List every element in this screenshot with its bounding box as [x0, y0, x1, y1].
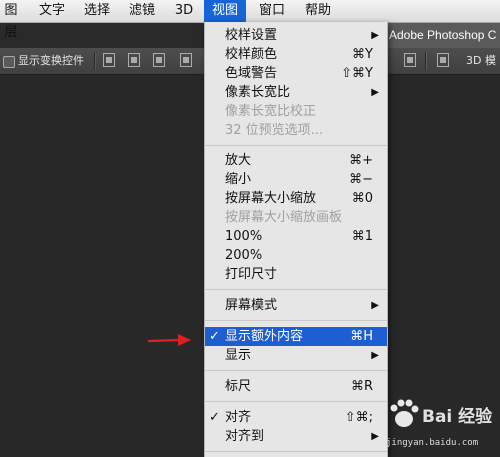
menu-item-snap[interactable]: ✓ 对齐 ⇧⌘;	[205, 408, 387, 427]
menu-item-32bit-preview: 32 位预览选项...	[205, 121, 387, 140]
menu-item-label: 像素长宽比校正	[225, 104, 317, 119]
menu-item-pixel-aspect-ratio[interactable]: 像素长宽比 ▶	[205, 83, 387, 102]
menu-item-label: 按屏幕大小缩放画板	[225, 210, 343, 225]
align-left-icon[interactable]	[180, 53, 192, 67]
menu-type[interactable]: 文字	[37, 0, 67, 22]
menu-window[interactable]: 窗口	[252, 0, 292, 22]
menu-item-show-extras[interactable]: ✓ 显示额外内容 ⌘H	[205, 327, 387, 346]
submenu-arrow-icon: ▶	[371, 87, 379, 98]
menu-item-label: 按屏幕大小缩放	[225, 191, 317, 206]
shortcut-label: ⌘H	[350, 329, 373, 344]
menu-item-label: 缩小	[225, 172, 252, 187]
menu-item-100-percent[interactable]: 100% ⌘1	[205, 227, 387, 246]
menu-item-label: 校样颜色	[225, 47, 278, 62]
shortcut-label: ⌘Y	[352, 47, 373, 62]
menu-item-proof-colors[interactable]: 校样颜色 ⌘Y	[205, 45, 387, 64]
menu-filter[interactable]: 滤镜	[127, 0, 157, 22]
submenu-arrow-icon: ▶	[371, 350, 379, 361]
paw-logo-icon	[390, 399, 419, 427]
distribute-hcenter-icon[interactable]	[404, 53, 416, 67]
watermark-brand: Bai 经验	[422, 407, 493, 427]
baidu-watermark: Bai 经验 jingyan.baidu.com	[382, 398, 500, 457]
menu-item-label: 放大	[225, 153, 252, 168]
menu-item-gamut-warning[interactable]: 色域警告 ⇧⌘Y	[205, 64, 387, 83]
toolbar-separator	[425, 52, 427, 70]
submenu-arrow-icon: ▶	[371, 431, 379, 442]
menu-item-proof-setup[interactable]: 校样设置 ▶	[205, 26, 387, 45]
shortcut-label: ⌘R	[350, 379, 373, 394]
menu-item-label: 32 位预览选项...	[225, 123, 324, 138]
menu-item-print-size[interactable]: 打印尺寸	[205, 265, 387, 284]
align-top-icon[interactable]	[103, 53, 115, 67]
submenu-arrow-icon: ▶	[371, 30, 379, 41]
shortcut-label: ⌘0	[351, 191, 373, 206]
menu-separator	[205, 320, 387, 321]
checkmark-icon: ✓	[209, 410, 220, 425]
checkmark-icon: ✓	[209, 329, 220, 344]
menu-layer[interactable]: 图层	[0, 0, 22, 40]
menu-item-fit-artboard: 按屏幕大小缩放画板	[205, 208, 387, 227]
menu-select[interactable]: 选择	[82, 0, 112, 22]
shortcut-label: ⌘−	[349, 172, 373, 187]
menu-help[interactable]: 帮助	[298, 0, 338, 22]
shortcut-label: ⇧⌘Y	[341, 66, 373, 81]
watermark-url: jingyan.baidu.com	[386, 438, 479, 448]
align-bottom-icon[interactable]	[153, 53, 165, 67]
menu-separator	[205, 401, 387, 402]
menu-item-label: 显示额外内容	[225, 329, 304, 344]
menu-item-label: 标尺	[225, 379, 252, 394]
menu-separator	[205, 289, 387, 290]
shortcut-label: ⌘1	[351, 229, 373, 244]
menu-item-snap-to[interactable]: 对齐到 ▶	[205, 427, 387, 446]
menu-3d[interactable]: 3D	[170, 0, 198, 22]
menu-separator	[205, 370, 387, 371]
menu-item-pixel-aspect-correction: 像素长宽比校正	[205, 102, 387, 121]
menu-item-label: 200%	[225, 248, 263, 263]
menu-item-label: 打印尺寸	[225, 267, 278, 282]
toolbar-separator	[94, 52, 96, 70]
menu-item-label: 色域警告	[225, 66, 278, 81]
menu-view[interactable]: 视图	[204, 0, 246, 22]
menu-separator	[205, 145, 387, 146]
show-transform-controls-checkbox[interactable]	[3, 56, 15, 68]
window-title: Adobe Photoshop C	[385, 23, 500, 48]
menu-item-fit-on-screen[interactable]: 按屏幕大小缩放 ⌘0	[205, 189, 387, 208]
shortcut-label: ⌘+	[349, 153, 373, 168]
menu-item-screen-mode[interactable]: 屏幕模式 ▶	[205, 296, 387, 315]
3d-mode-label[interactable]: 3D 模	[466, 52, 496, 70]
menu-item-label: 显示	[225, 348, 252, 363]
menu-item-zoom-in[interactable]: 放大 ⌘+	[205, 151, 387, 170]
menu-item-label: 校样设置	[225, 28, 278, 43]
view-menu-dropdown: 校样设置 ▶ 校样颜色 ⌘Y 色域警告 ⇧⌘Y 像素长宽比 ▶ 像素长宽比校正 …	[204, 22, 388, 457]
show-transform-controls-label: 显示变换控件	[18, 54, 84, 67]
menu-item-show[interactable]: 显示 ▶	[205, 346, 387, 365]
submenu-arrow-icon: ▶	[371, 300, 379, 311]
menu-bar: 图层 文字 选择 滤镜 3D 视图 窗口 帮助	[0, 0, 500, 40]
menu-item-label: 100%	[225, 229, 263, 244]
distribute-right-icon[interactable]	[437, 53, 449, 67]
align-vcenter-icon[interactable]	[128, 53, 140, 67]
menu-separator	[205, 451, 387, 452]
menu-item-label: 对齐到	[225, 429, 265, 444]
menu-item-label: 屏幕模式	[225, 298, 278, 313]
menu-item-label: 对齐	[225, 410, 252, 425]
menu-item-rulers[interactable]: 标尺 ⌘R	[205, 377, 387, 396]
menu-item-200-percent[interactable]: 200%	[205, 246, 387, 265]
menu-item-label: 像素长宽比	[225, 85, 291, 100]
shortcut-label: ⇧⌘;	[344, 410, 373, 425]
red-pointer-arrow-icon	[148, 334, 191, 346]
menu-item-zoom-out[interactable]: 缩小 ⌘−	[205, 170, 387, 189]
